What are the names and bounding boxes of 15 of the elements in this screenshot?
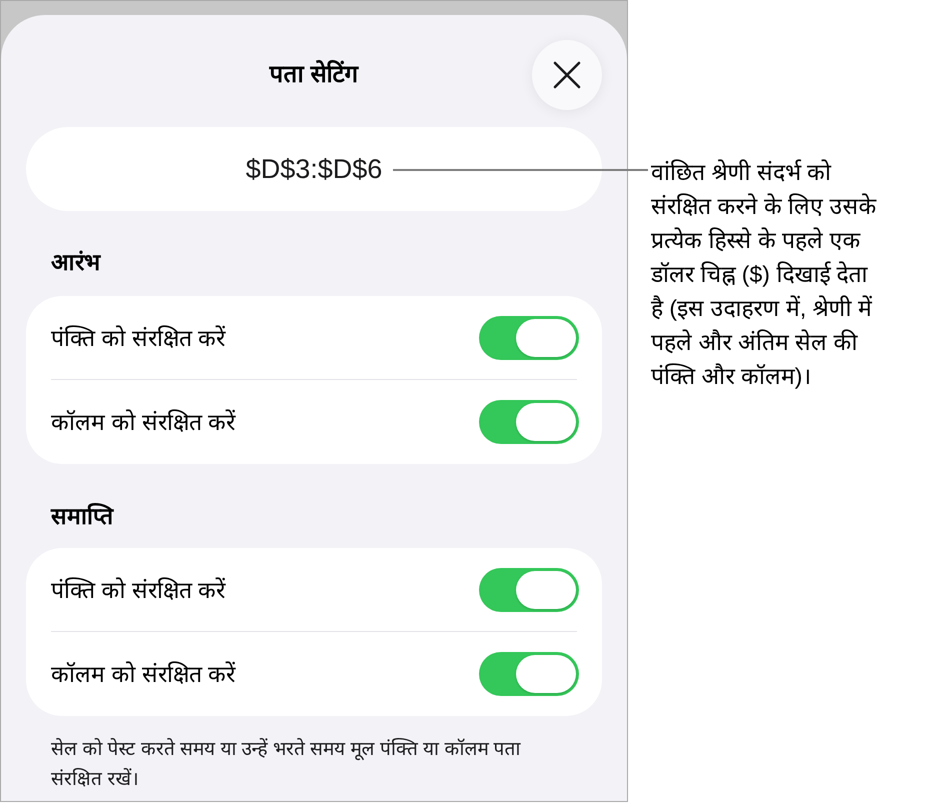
toggle-switch[interactable]: [479, 400, 579, 444]
setting-label: पंक्ति को संरक्षित करें: [51, 324, 226, 352]
toggle-switch[interactable]: [479, 568, 579, 612]
address-field[interactable]: $D$3:$D$6: [26, 127, 602, 211]
toggle-switch[interactable]: [479, 316, 579, 360]
section-header: आरंभ: [50, 248, 102, 277]
toggle-switch[interactable]: [479, 652, 579, 696]
close-icon: [553, 61, 581, 89]
section-header: समाप्ति: [50, 502, 115, 531]
setting-label: पंक्ति को संरक्षित करें: [51, 576, 226, 604]
setting-label: कॉलम को संरक्षित करें: [51, 408, 236, 437]
callout-text: वांछित श्रेणी संदर्भ को संरक्षित करने के लिए उसके प्रत्येक हिस्से के पहले एक डॉलर चिह्न ($) दिखाई देता है (इस उदाहरण में, श्रेणी में पहले और अंतिम सेल की पंक्ति और कॉलम)।: [651, 158, 877, 391]
sheet-title: पता सेटिंग: [270, 60, 358, 90]
footnote-text: सेल को पेस्ट करते समय या उन्हें भरते समय मूल पंक्ति या कॉलम पता संरक्षित रखें।: [50, 737, 522, 792]
setting-label: कॉलम को संरक्षित करें: [51, 660, 236, 689]
